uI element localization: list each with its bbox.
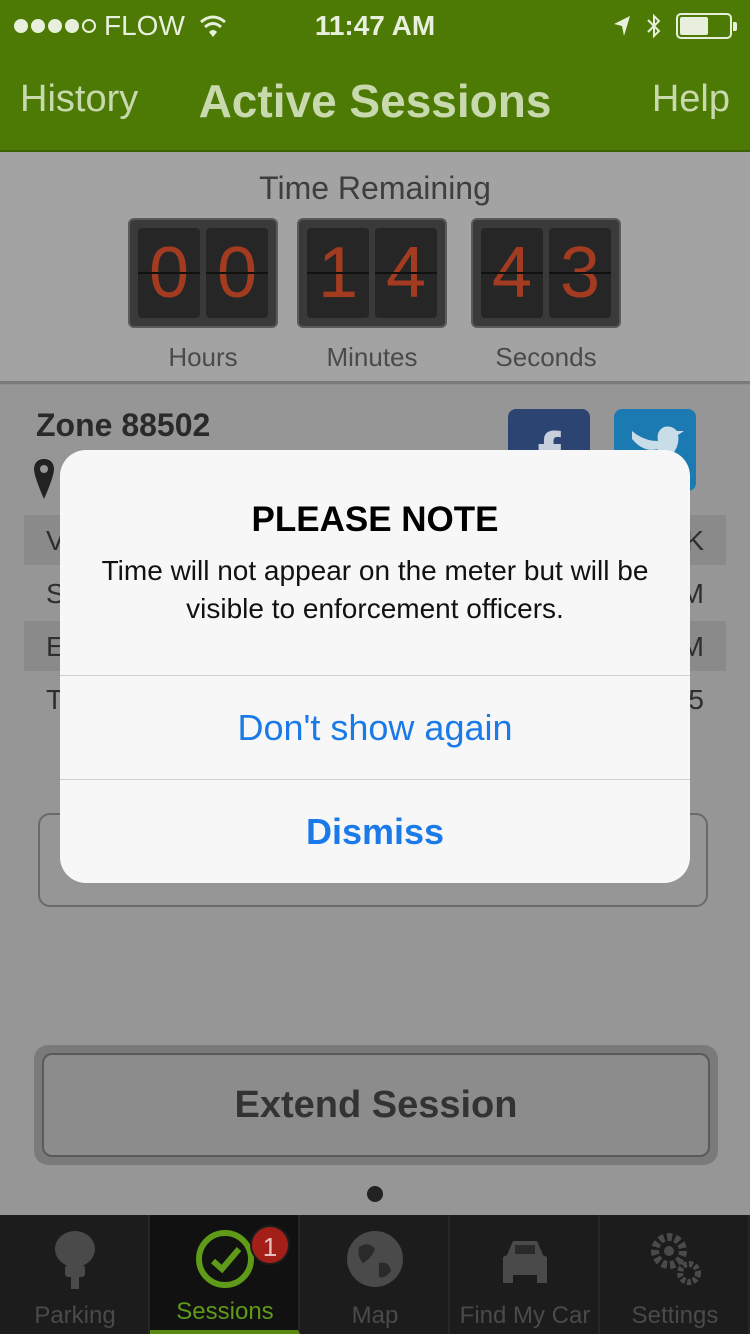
seconds-label: Seconds [495, 342, 597, 372]
tab-map[interactable]: Map [300, 1215, 450, 1334]
extend-session-label: Extend Session [42, 1053, 710, 1157]
tab-bar: Parking 1 Sessions Map Find My Car Setti… [0, 1215, 750, 1334]
dont-show-again-button[interactable]: Don't show again [60, 676, 690, 780]
seconds-digit-2: 3 [549, 228, 611, 318]
dismiss-button[interactable]: Dismiss [60, 780, 690, 883]
location-arrow-icon [614, 16, 630, 36]
tab-settings[interactable]: Settings [600, 1215, 750, 1334]
page-indicator [367, 1186, 383, 1202]
bluetooth-icon [647, 13, 661, 39]
tab-label: Sessions [176, 1298, 274, 1325]
tab-sessions[interactable]: 1 Sessions [150, 1215, 300, 1334]
hours-digit-1: 0 [138, 228, 200, 318]
clock-check-icon [196, 1230, 254, 1288]
tab-label: Settings [631, 1302, 719, 1329]
location-pin-icon [34, 459, 54, 499]
seconds-digit-1: 4 [481, 228, 543, 318]
battery-icon [676, 13, 737, 39]
tab-label: Map [351, 1302, 399, 1329]
help-button[interactable]: Help [652, 78, 730, 121]
minutes-digit-2: 4 [375, 228, 437, 318]
minutes-label: Minutes [326, 342, 418, 372]
globe-icon [347, 1231, 403, 1287]
notification-badge: 1 [250, 1225, 290, 1265]
parking-meter-icon [55, 1231, 95, 1289]
minutes-display: 1 4 [297, 218, 447, 328]
minutes-digit-1: 1 [307, 228, 369, 318]
timer-panel: Time Remaining 0 0 1 4 4 3 Hours Minutes… [0, 152, 750, 384]
tab-parking[interactable]: Parking [0, 1215, 150, 1334]
car-icon [503, 1241, 547, 1283]
tab-find-my-car[interactable]: Find My Car [450, 1215, 600, 1334]
hours-label: Hours [168, 342, 238, 372]
top-bar: FLOW 11:47 AM History Active Sessions He… [0, 0, 750, 152]
time-remaining-heading: Time Remaining [259, 170, 491, 206]
status-right-group [612, 12, 737, 40]
hours-digit-2: 0 [206, 228, 268, 318]
extend-session-button[interactable]: Extend Session [34, 1045, 718, 1165]
hours-display: 0 0 [128, 218, 278, 328]
seconds-display: 4 3 [471, 218, 621, 328]
detail-row-right: 5 [688, 684, 704, 715]
tab-label: Parking [34, 1302, 116, 1329]
status-bar: FLOW 11:47 AM [0, 0, 750, 52]
dialog-message: Time will not appear on the meter but wi… [101, 555, 649, 624]
tab-label: Find My Car [459, 1302, 591, 1329]
page-title: Active Sessions [198, 75, 552, 127]
dialog-title: PLEASE NOTE [251, 500, 499, 539]
gears-icon [651, 1233, 701, 1285]
please-note-dialog: PLEASE NOTE Time will not appear on the … [60, 450, 690, 883]
zone-label: Zone 88502 [36, 407, 211, 443]
